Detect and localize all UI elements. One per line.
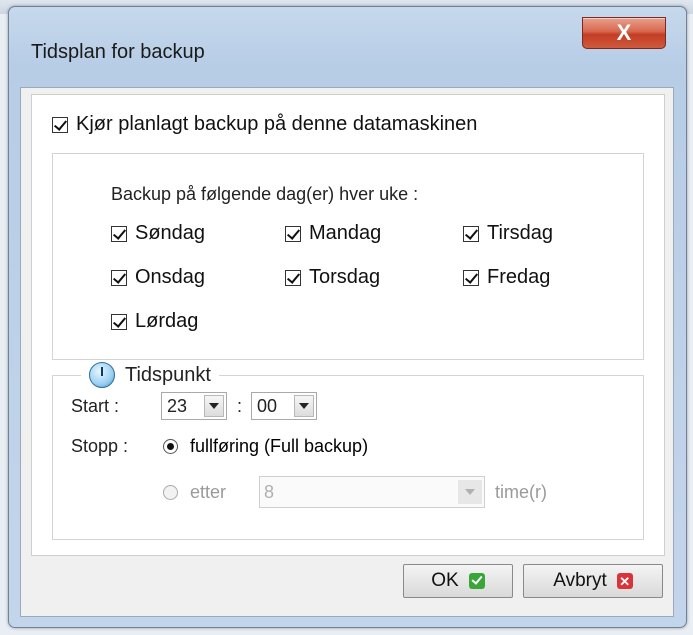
checkbox-checked-icon[interactable]: [463, 269, 479, 286]
dialog-window: Tidsplan for backup X Kjør planlagt back…: [8, 6, 687, 628]
stop-option-full-radio[interactable]: fullføring (Full backup): [163, 436, 368, 457]
chevron-down-icon[interactable]: [294, 395, 314, 417]
time-group: Tidspunkt Start : 23 : 00 Stopp : fullfø…: [52, 362, 644, 540]
days-group: Backup på følgende dag(er) hver uke : Sø…: [52, 153, 644, 360]
dialog-client-area: Kjør planlagt backup på denne datamaskin…: [20, 87, 674, 617]
start-hour-select[interactable]: 23: [161, 392, 227, 420]
after-hours-value: 8: [264, 481, 275, 502]
close-icon: X: [616, 20, 632, 45]
time-group-legend: Tidspunkt: [81, 362, 219, 388]
stop-option-full-label: fullføring (Full backup): [190, 436, 369, 456]
chevron-down-icon[interactable]: [204, 395, 224, 417]
checkbox-checked-icon[interactable]: [463, 225, 479, 242]
radio-unselected-icon[interactable]: [163, 485, 178, 500]
ok-button-label: OK: [431, 570, 459, 591]
after-hours-unit: time(r): [495, 482, 547, 502]
clock-icon: [89, 362, 115, 388]
time-separator: :: [237, 396, 243, 416]
settings-panel: Kjør planlagt backup på denne datamaskin…: [31, 94, 665, 556]
day-checkbox-thursday[interactable]: Torsdag: [285, 266, 380, 289]
day-checkbox-wednesday[interactable]: Onsdag: [111, 266, 205, 289]
after-hours-select[interactable]: 8: [259, 476, 485, 508]
day-label: Torsdag: [309, 266, 381, 288]
close-button[interactable]: X: [582, 17, 666, 49]
checkbox-checked-icon[interactable]: [111, 269, 127, 286]
day-label: Søndag: [135, 222, 206, 244]
checkbox-checked-icon[interactable]: [111, 313, 127, 330]
days-heading: Backup på følgende dag(er) hver uke :: [111, 184, 419, 204]
checkbox-checked-icon[interactable]: [111, 225, 127, 242]
day-label: Tirsdag: [487, 222, 553, 244]
enable-schedule-checkbox[interactable]: Kjør planlagt backup på denne datamaskin…: [52, 113, 477, 136]
day-checkbox-friday[interactable]: Fredag: [463, 266, 550, 289]
cancel-button[interactable]: Avbryt ✕: [523, 564, 663, 598]
day-checkbox-tuesday[interactable]: Tirsdag: [463, 222, 553, 245]
start-minute-select[interactable]: 00: [251, 392, 317, 420]
day-checkbox-sunday[interactable]: Søndag: [111, 222, 205, 245]
title-bar[interactable]: Tidsplan for backup X: [9, 7, 686, 77]
stop-option-after-label: etter: [190, 482, 227, 502]
day-label: Onsdag: [135, 266, 206, 288]
enable-schedule-label: Kjør planlagt backup på denne datamaskin…: [76, 113, 478, 135]
stop-label: Stopp :: [71, 436, 129, 456]
start-minute-value: 00: [257, 395, 278, 416]
cancel-button-label: Avbryt: [553, 570, 607, 591]
chevron-down-icon[interactable]: [458, 480, 482, 504]
day-label: Lørdag: [135, 310, 199, 332]
dialog-title: Tidsplan for backup: [31, 41, 205, 63]
start-hour-value: 23: [167, 395, 188, 416]
time-section-label: Tidspunkt: [125, 363, 211, 386]
stop-option-after-radio[interactable]: etter: [163, 482, 226, 503]
checkbox-checked-icon[interactable]: [52, 116, 68, 133]
close-icon: ✕: [616, 573, 633, 589]
ok-button[interactable]: OK: [403, 564, 513, 598]
day-label: Fredag: [487, 266, 551, 288]
day-checkbox-monday[interactable]: Mandag: [285, 222, 381, 245]
day-label: Mandag: [309, 222, 382, 244]
check-icon: [468, 573, 485, 589]
day-checkbox-saturday[interactable]: Lørdag: [111, 310, 198, 333]
start-label: Start :: [71, 396, 120, 416]
radio-selected-icon[interactable]: [163, 439, 178, 454]
checkbox-checked-icon[interactable]: [285, 225, 301, 242]
checkbox-checked-icon[interactable]: [285, 269, 301, 286]
